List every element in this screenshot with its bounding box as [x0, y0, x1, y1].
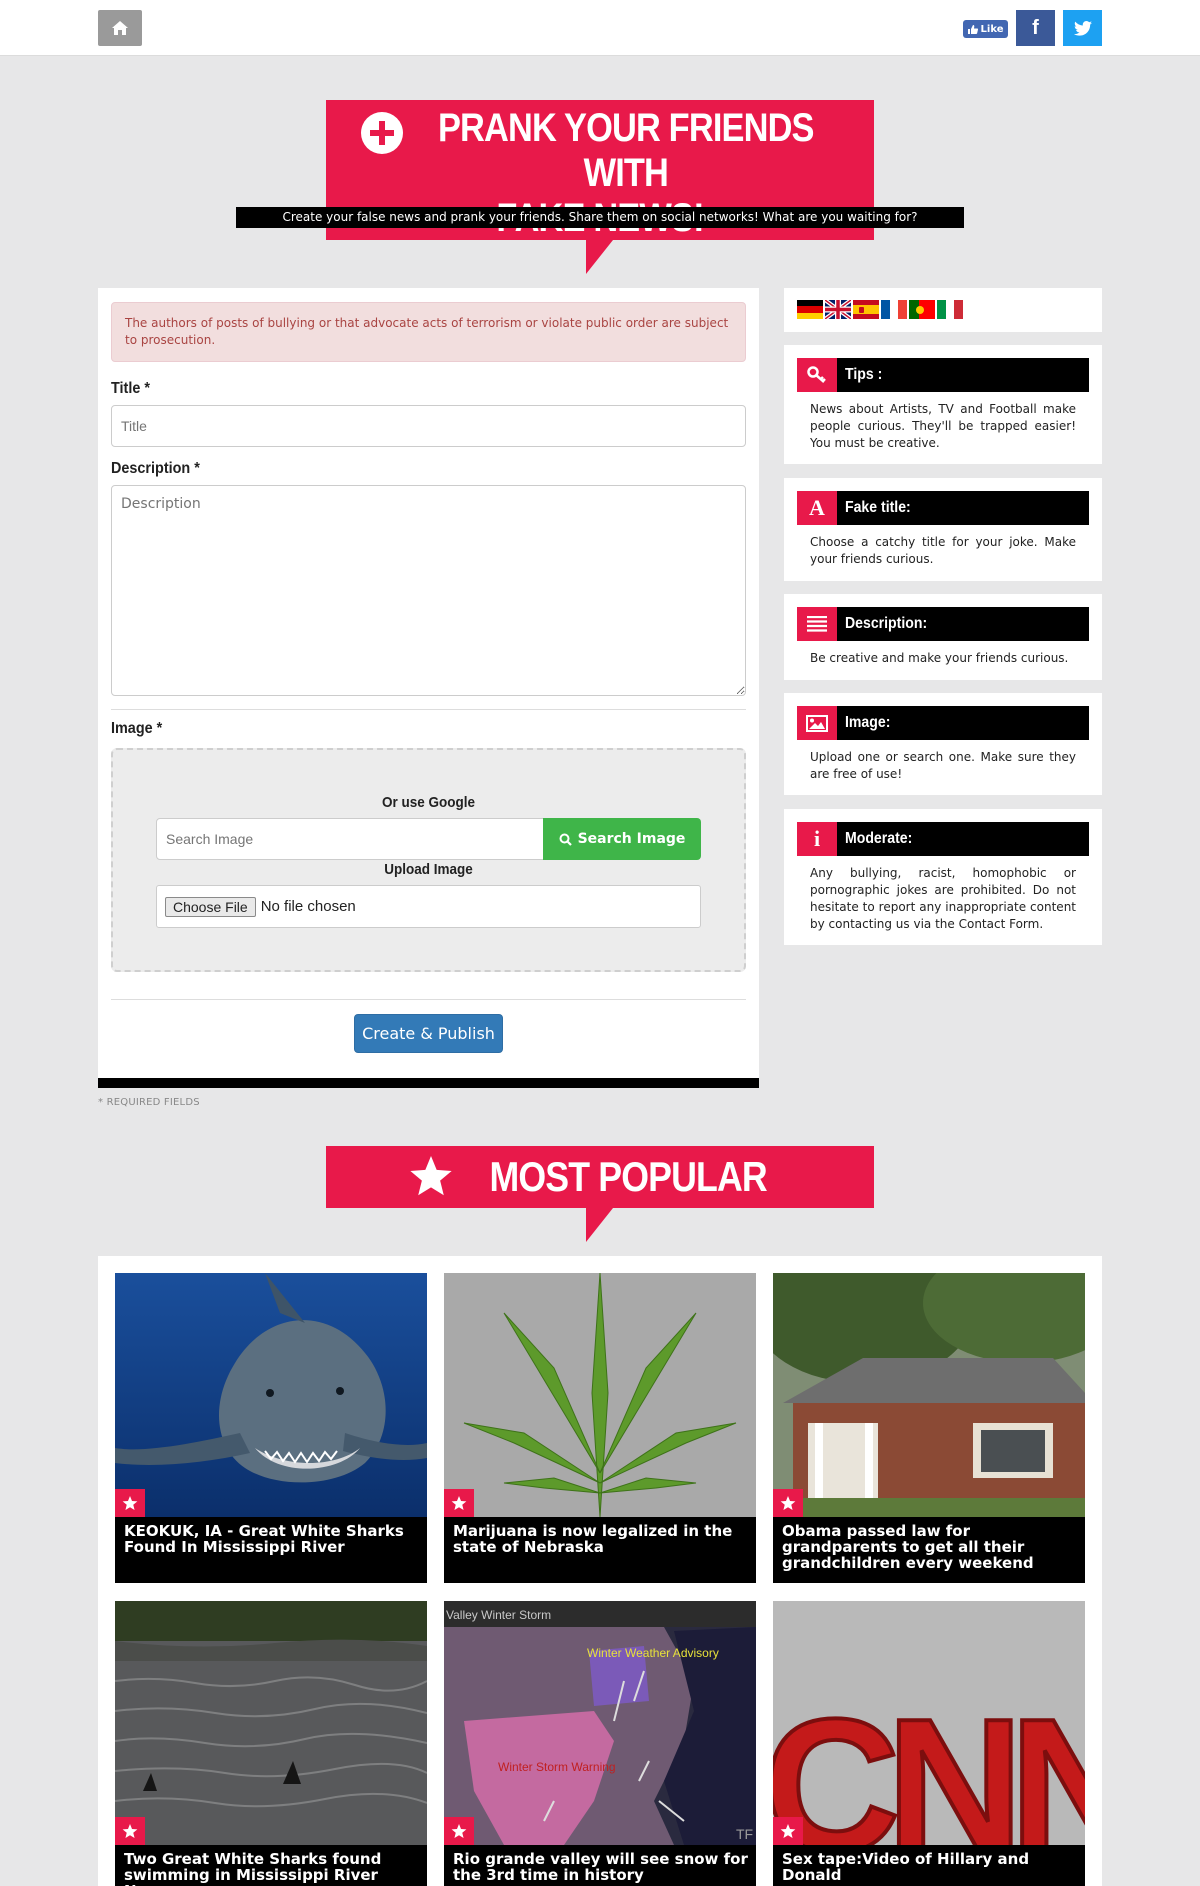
featured-star-icon — [115, 1817, 145, 1845]
thumbs-up-icon — [967, 24, 978, 34]
article-image — [115, 1601, 427, 1845]
article-title[interactable]: Obama passed law for grandparents to get… — [782, 1523, 1078, 1571]
no-file-text: No file chosen — [260, 898, 356, 915]
article-card[interactable]: Two Great White Sharks found swimming in… — [115, 1601, 427, 1886]
flag-spain-icon[interactable] — [853, 300, 879, 319]
most-popular-heading: MOST POPULAR — [326, 1146, 874, 1208]
divider — [111, 999, 746, 1000]
map-header-text: Valley Winter Storm — [446, 1608, 551, 1622]
hero-banner-pointer — [586, 240, 640, 274]
star-icon — [410, 1156, 452, 1196]
article-title[interactable]: Sex tape:Video of Hillary and Donald — [782, 1851, 1078, 1883]
hero-subtitle: Create your false news and prank your fr… — [236, 207, 964, 228]
most-popular-label: MOST POPULAR — [489, 1153, 767, 1200]
language-flags — [797, 300, 963, 319]
facebook-like-button[interactable]: Like — [963, 20, 1008, 38]
tip-text: Upload one or search one. Make sure they… — [810, 750, 1076, 781]
flag-uk-icon[interactable] — [825, 300, 851, 319]
tip-title: Image: — [845, 714, 891, 731]
description-textarea[interactable] — [111, 485, 746, 696]
tip-header: Description: — [797, 607, 1089, 641]
search-icon — [559, 833, 572, 846]
flag-italy-icon[interactable] — [937, 300, 963, 319]
create-publish-button[interactable]: Create & Publish — [354, 1014, 503, 1053]
form-panel-footer-bar — [98, 1078, 759, 1088]
upload-image-label: Upload Image — [384, 861, 473, 878]
flag-germany-icon[interactable] — [797, 300, 823, 319]
flag-france-icon[interactable] — [881, 300, 907, 319]
twitter-share-button[interactable] — [1063, 10, 1102, 46]
article-card[interactable]: Valley Winter Storm Winter Weather Advis… — [444, 1601, 756, 1886]
tip-header: Image: — [797, 706, 1089, 740]
tip-text: Any bullying, racist, homophobic or porn… — [810, 866, 1076, 931]
featured-star-icon — [773, 1489, 803, 1517]
tip-text: Be creative and make your friends curiou… — [810, 651, 1069, 665]
article-image — [115, 1273, 427, 1517]
facebook-share-button[interactable]: f — [1016, 10, 1055, 46]
image-dropzone[interactable] — [111, 748, 746, 972]
search-image-label: Search Image — [577, 831, 686, 847]
facebook-icon: f — [1032, 16, 1039, 39]
tip-header: i Moderate: — [797, 822, 1089, 856]
warning-alert: The authors of posts of bullying or that… — [111, 302, 746, 362]
google-search-label: Or use Google — [381, 794, 476, 811]
file-upload-field[interactable]: Choose File No file chosen — [156, 885, 701, 928]
article-image: CNN — [773, 1601, 1085, 1845]
article-title[interactable]: Two Great White Sharks found swimming in… — [124, 1851, 420, 1886]
featured-star-icon — [773, 1817, 803, 1845]
map-corner-text: TF — [736, 1826, 753, 1842]
article-card[interactable]: Marijuana is now legalized in the state … — [444, 1273, 756, 1583]
divider — [111, 709, 746, 710]
map-warning-text: Winter Storm Warning — [498, 1760, 616, 1774]
key-icon — [797, 358, 837, 392]
article-image — [773, 1273, 1085, 1517]
article-title[interactable]: KEOKUK, IA - Great White Sharks Found In… — [124, 1523, 420, 1555]
article-image: Valley Winter Storm Winter Weather Advis… — [444, 1601, 756, 1845]
info-icon: i — [797, 822, 837, 856]
description-label: Description * — [111, 460, 200, 477]
required-fields-note: * REQUIRED FIELDS — [98, 1097, 200, 1108]
tip-text: Choose a catchy title for your joke. Mak… — [810, 535, 1076, 566]
font-icon: A — [797, 491, 837, 525]
lines-icon — [797, 607, 837, 641]
search-image-button[interactable]: Search Image — [543, 818, 701, 860]
featured-star-icon — [444, 1489, 474, 1517]
twitter-icon — [1073, 20, 1092, 36]
like-label: Like — [980, 23, 1004, 35]
most-popular-banner-pointer — [586, 1208, 640, 1242]
image-search-input[interactable] — [156, 818, 544, 860]
hero-title-line1: PRANK YOUR FRIENDS WITH — [437, 106, 815, 195]
choose-file-button[interactable]: Choose File — [165, 896, 256, 917]
article-card[interactable]: KEOKUK, IA - Great White Sharks Found In… — [115, 1273, 427, 1583]
article-image — [444, 1273, 756, 1517]
article-title[interactable]: Marijuana is now legalized in the state … — [453, 1523, 749, 1555]
tip-title: Moderate: — [845, 830, 913, 847]
article-title[interactable]: Rio grande valley will see snow for the … — [453, 1851, 749, 1883]
tip-header: Tips : — [797, 358, 1089, 392]
image-label: Image * — [111, 720, 163, 737]
home-button[interactable] — [98, 10, 142, 46]
article-card[interactable]: Obama passed law for grandparents to get… — [773, 1273, 1085, 1583]
flag-portugal-icon[interactable] — [909, 300, 935, 319]
title-label: Title * — [111, 380, 150, 397]
picture-icon — [797, 706, 837, 740]
tip-text: News about Artists, TV and Football make… — [810, 402, 1076, 450]
title-input[interactable] — [111, 405, 746, 447]
article-card[interactable]: CNN Sex tape:Video of Hillary and Donald — [773, 1601, 1085, 1886]
home-icon — [112, 21, 128, 35]
map-advisory-text: Winter Weather Advisory — [587, 1646, 719, 1660]
tip-title: Tips : — [845, 366, 883, 383]
tip-title: Fake title: — [845, 499, 911, 516]
tip-header: A Fake title: — [797, 491, 1089, 525]
tip-title: Description: — [845, 615, 928, 632]
featured-star-icon — [444, 1817, 474, 1845]
cnn-logo: CNN — [773, 1680, 1085, 1845]
featured-star-icon — [115, 1489, 145, 1517]
